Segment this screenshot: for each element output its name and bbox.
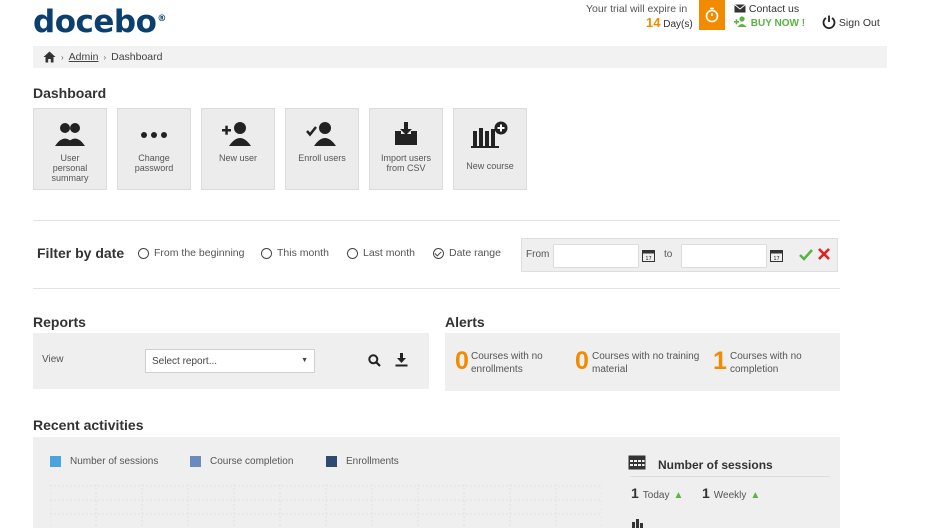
alerts-title: Alerts xyxy=(445,314,485,330)
up-arrow-icon: ▲ xyxy=(673,490,684,501)
filter-by-date-title: Filter by date xyxy=(37,245,125,261)
to-date-input[interactable] xyxy=(681,244,767,268)
sessions-title: Number of sessions xyxy=(658,458,773,472)
new-user-tile[interactable]: New user xyxy=(201,108,275,190)
apply-check-icon[interactable] xyxy=(799,249,813,261)
today-stat: 1 Today ▲ xyxy=(631,485,684,501)
dashboard-title: Dashboard xyxy=(33,85,107,101)
breadcrumb-separator: › xyxy=(103,52,107,62)
alert-count[interactable]: 0 xyxy=(455,347,469,376)
svg-text:17: 17 xyxy=(773,256,779,262)
breadcrumb-current: Dashboard xyxy=(111,51,163,63)
legend-swatch xyxy=(326,456,337,467)
alert-text: Courses with no completion xyxy=(730,351,802,375)
books-plus-icon xyxy=(471,121,508,148)
radio-date-range[interactable]: Date range xyxy=(433,247,501,259)
radio-this-month[interactable]: This month xyxy=(261,247,329,259)
divider xyxy=(33,220,840,221)
enroll-users-tile[interactable]: Enroll users xyxy=(285,108,359,190)
change-password-tile[interactable]: Change password xyxy=(117,108,191,190)
new-course-tile[interactable]: New course xyxy=(453,108,527,190)
calendar-icon[interactable]: 17 xyxy=(642,249,655,262)
power-icon xyxy=(822,15,836,29)
weekly-stat: 1 Weekly ▲ xyxy=(702,485,761,501)
divider xyxy=(630,476,830,477)
alert-text: Courses with no training material xyxy=(592,351,700,375)
breadcrumb: › Admin › Dashboard xyxy=(33,46,887,68)
trial-days: 14 Day(s) xyxy=(646,15,693,30)
user-plus-icon xyxy=(222,122,251,146)
timer-icon xyxy=(699,0,725,30)
bar-chart-icon xyxy=(632,519,643,528)
sign-out-link[interactable]: Sign Out xyxy=(822,15,880,29)
calendar-icon xyxy=(628,455,646,470)
from-date-input[interactable] xyxy=(553,244,639,268)
trial-expire-text: Your trial will expire in xyxy=(586,3,688,15)
user-check-icon xyxy=(306,122,336,146)
contact-us-link[interactable]: Contact us xyxy=(734,3,799,15)
import-users-csv-tile[interactable]: Import users from CSV xyxy=(369,108,443,190)
radio-from-beginning[interactable]: From the beginning xyxy=(138,247,244,259)
radio-circle[interactable] xyxy=(138,247,149,259)
alert-count[interactable]: 0 xyxy=(575,347,589,376)
inbox-download-icon xyxy=(395,122,417,145)
envelope-icon xyxy=(734,4,746,13)
up-arrow-icon: ▲ xyxy=(750,490,761,501)
legend-enrollments: Enrollments xyxy=(326,456,399,467)
recent-activities-title: Recent activities xyxy=(33,417,144,433)
date-range-panel: From 17 to 17 xyxy=(521,238,838,272)
legend-swatch xyxy=(190,456,201,467)
divider xyxy=(33,288,840,289)
docebo-logo[interactable]: docebo® xyxy=(33,4,166,40)
to-label: to xyxy=(664,249,673,260)
legend-swatch xyxy=(50,456,61,467)
radio-circle-checked[interactable] xyxy=(433,247,444,259)
radio-circle[interactable] xyxy=(347,247,358,259)
chart-grid xyxy=(50,484,602,528)
legend-number-of-sessions: Number of sessions xyxy=(50,456,158,467)
breadcrumb-separator: › xyxy=(61,52,64,62)
user-plus-icon xyxy=(734,16,747,27)
search-icon[interactable] xyxy=(368,354,381,367)
calendar-icon[interactable]: 17 xyxy=(770,249,783,262)
report-select[interactable]: Select report... ▼ xyxy=(145,349,315,373)
dots-icon xyxy=(141,132,167,138)
legend-course-completion: Course completion xyxy=(190,456,293,467)
user-personal-summary-tile[interactable]: User personal summary xyxy=(33,108,107,190)
radio-last-month[interactable]: Last month xyxy=(347,247,415,259)
from-label: From xyxy=(526,249,550,260)
home-icon[interactable] xyxy=(43,51,56,63)
dropdown-arrow-icon: ▼ xyxy=(301,357,308,364)
view-label: View xyxy=(42,354,64,365)
clear-x-icon[interactable] xyxy=(818,248,830,260)
alert-count[interactable]: 1 xyxy=(713,347,727,376)
users-icon xyxy=(55,123,85,146)
radio-circle[interactable] xyxy=(261,247,272,259)
breadcrumb-admin-link[interactable]: Admin xyxy=(69,51,99,63)
reports-title: Reports xyxy=(33,314,86,330)
download-icon[interactable] xyxy=(395,353,408,367)
buy-now-link[interactable]: BUY NOW ! xyxy=(734,16,805,29)
alert-text: Courses with no enrollments xyxy=(471,351,543,375)
svg-text:17: 17 xyxy=(645,256,651,262)
